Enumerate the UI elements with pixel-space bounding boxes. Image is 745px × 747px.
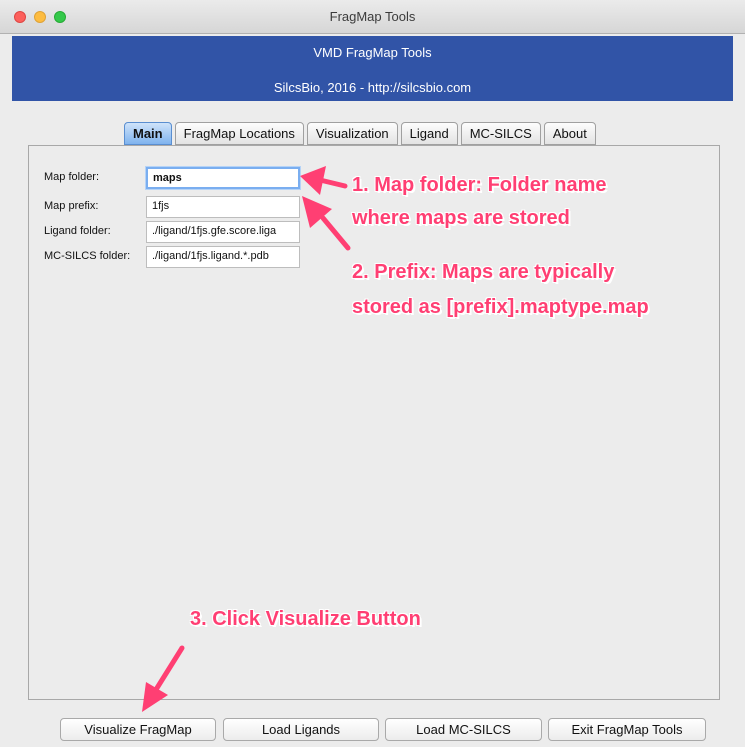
mc-silcs-folder-label: MC-SILCS folder:: [44, 250, 131, 262]
tab-mc-silcs[interactable]: MC-SILCS: [460, 122, 541, 145]
annotation-3: 3. Click Visualize Button: [190, 608, 421, 630]
banner-credit: SilcsBio, 2016 - http://silcsbio.com: [273, 80, 472, 95]
window-title: FragMap Tools: [329, 9, 416, 24]
mc-silcs-folder-input[interactable]: ./ligand/1fjs.ligand.*.pdb: [146, 246, 300, 268]
tab-about[interactable]: About: [543, 122, 596, 145]
fragmap-tools-window: FragMap Tools VMD FragMap Tools SilcsBio…: [0, 0, 745, 747]
header-banner: VMD FragMap Tools SilcsBio, 2016 - http:…: [12, 36, 733, 101]
banner-title: VMD FragMap Tools: [313, 45, 432, 60]
annotation-2-line1: 2. Prefix: Maps are typically: [352, 261, 615, 283]
tab-main[interactable]: Main: [124, 122, 172, 145]
ligand-folder-input[interactable]: ./ligand/1fjs.gfe.score.liga: [146, 221, 300, 243]
tab-ligand[interactable]: Ligand: [400, 122, 458, 145]
title-bar[interactable]: FragMap Tools: [0, 0, 745, 34]
tab-fragmap-locations[interactable]: FragMap Locations: [174, 122, 304, 145]
tab-visualization[interactable]: Visualization: [306, 122, 398, 145]
annotation-1-line1: 1. Map folder: Folder name: [352, 174, 607, 196]
map-folder-input[interactable]: maps: [146, 167, 300, 189]
load-mc-silcs-button[interactable]: Load MC-SILCS: [385, 718, 542, 741]
annotation-2-line2: stored as [prefix].maptype.map: [352, 296, 649, 318]
visualize-fragmap-button[interactable]: Visualize FragMap: [60, 718, 216, 741]
map-folder-label: Map folder:: [44, 171, 100, 183]
map-prefix-label: Map prefix:: [44, 200, 99, 212]
tab-bar: Main FragMap Locations Visualization Lig…: [124, 122, 596, 146]
annotation-1-line2: where maps are stored: [352, 207, 570, 229]
load-ligands-button[interactable]: Load Ligands: [223, 718, 379, 741]
exit-fragmap-tools-button[interactable]: Exit FragMap Tools: [548, 718, 706, 741]
map-prefix-input[interactable]: 1fjs: [146, 196, 300, 218]
ligand-folder-label: Ligand folder:: [44, 225, 111, 237]
